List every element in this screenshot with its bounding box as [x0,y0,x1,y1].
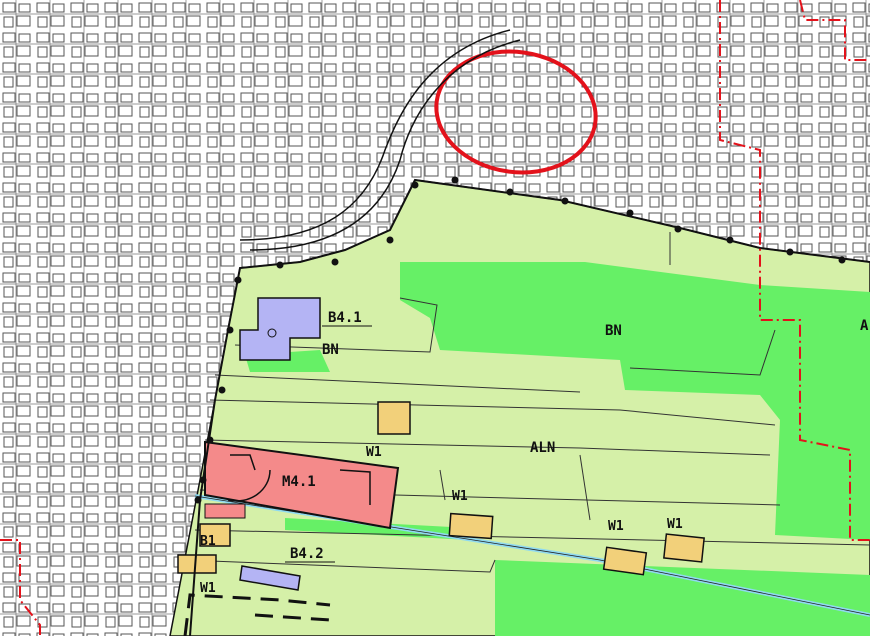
farmyard-w1-d[interactable] [663,533,705,563]
label-b42: B4.2 [290,546,324,562]
farmyard-w1-b[interactable] [448,512,494,540]
farmyard-w1-c[interactable] [602,546,648,576]
farmyard-w1-e[interactable] [177,554,217,574]
label-w1-b: W1 [452,489,468,504]
label-w1-d: W1 [667,517,683,532]
small-mixed-plot[interactable] [204,503,246,519]
label-aln: ALN [530,440,555,456]
zoning-map[interactable]: B4.1 BN BN ALN M4.1 B4.2 W1 W1 W1 W1 W1 … [0,0,870,636]
label-b41: B4.1 [328,310,362,326]
label-bn-small: BN [322,342,339,358]
label-edge: A [860,318,869,334]
label-w1-c: W1 [608,519,624,534]
label-b1: B1 [200,534,216,549]
label-m41: M4.1 [282,474,316,490]
label-bn-large: BN [605,323,622,339]
nature-zone-east[interactable] [775,415,870,540]
farmyard-w1-a[interactable] [377,401,411,435]
label-w1-e: W1 [200,581,216,596]
label-w1-a: W1 [366,445,382,460]
